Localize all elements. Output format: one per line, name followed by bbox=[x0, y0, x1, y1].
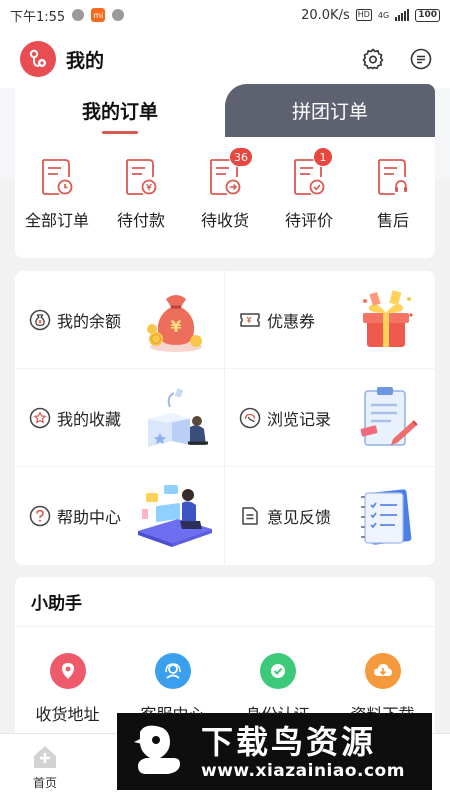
status-time: 下午1:55 bbox=[10, 9, 66, 25]
favorites-box-illustration bbox=[140, 383, 210, 453]
cloud-download-icon bbox=[364, 653, 401, 689]
order-badge: 36 bbox=[229, 147, 253, 167]
order-status-to-receive[interactable]: 36 待收货 bbox=[183, 147, 267, 258]
service-favorites[interactable]: 我的收藏 bbox=[15, 369, 225, 467]
status-bar: 下午1:55 mi 20.0K/s HD 4G 100 bbox=[0, 0, 450, 30]
message-icon bbox=[410, 48, 432, 70]
order-status-to-review[interactable]: 1 待评价 bbox=[267, 147, 351, 258]
star-icon bbox=[29, 407, 51, 429]
tab-my-orders[interactable]: 我的订单 bbox=[15, 84, 225, 137]
verified-icon bbox=[259, 653, 296, 689]
signal-icon bbox=[395, 9, 410, 21]
service-help-center[interactable]: 帮助中心 bbox=[15, 467, 225, 565]
svg-text:¥: ¥ bbox=[170, 317, 181, 336]
bird-logo-icon bbox=[125, 719, 191, 785]
service-label: 浏览记录 bbox=[267, 409, 332, 429]
service-balance[interactable]: 我的余额 ¥ bbox=[15, 271, 225, 369]
home-icon bbox=[34, 746, 56, 768]
service-label: 我的余额 bbox=[57, 311, 122, 331]
mi-app-icon: mi bbox=[91, 8, 106, 22]
order-clock-icon bbox=[39, 157, 75, 197]
hd-icon: HD bbox=[355, 9, 372, 21]
order-badge: 1 bbox=[313, 147, 333, 167]
watermark-url: www.xiazainiao.com bbox=[201, 760, 405, 781]
network-speed: 20.0K/s bbox=[301, 7, 350, 23]
helper-address[interactable]: 收货地址 bbox=[15, 653, 120, 725]
order-label: 待收货 bbox=[200, 211, 249, 230]
watermark-title: 下载鸟资源 bbox=[201, 722, 377, 761]
service-label: 优惠券 bbox=[267, 311, 316, 331]
notebook-illustration bbox=[351, 481, 421, 551]
header-bar: 我的 bbox=[0, 30, 450, 88]
order-status-all[interactable]: 全部订单 bbox=[15, 157, 99, 258]
page-title: 我的 bbox=[66, 49, 105, 72]
services-card: 我的余额 ¥ 优惠券 我的收藏 浏览记录 帮助中心 意见反馈 bbox=[15, 271, 435, 565]
history-icon bbox=[239, 407, 261, 429]
tab-group-orders[interactable]: 拼团订单 bbox=[225, 84, 435, 137]
notification-dot-icon bbox=[72, 9, 85, 21]
question-icon bbox=[29, 505, 51, 527]
order-label: 待评价 bbox=[284, 211, 333, 230]
settings-button[interactable] bbox=[360, 46, 386, 72]
order-label: 全部订单 bbox=[24, 211, 89, 230]
avatar[interactable] bbox=[20, 41, 56, 77]
service-coupons[interactable]: 优惠券 bbox=[225, 271, 435, 369]
service-label: 帮助中心 bbox=[57, 508, 122, 527]
notification-dot-icon bbox=[112, 9, 125, 21]
nav-home[interactable]: 首页 bbox=[0, 734, 90, 800]
helper-title: 小助手 bbox=[15, 577, 435, 627]
order-yen-icon bbox=[123, 157, 159, 197]
order-label: 售后 bbox=[376, 211, 409, 230]
customer-service-icon bbox=[154, 653, 191, 689]
location-icon bbox=[49, 653, 86, 689]
help-desk-illustration bbox=[136, 481, 214, 551]
money-bag-icon bbox=[29, 309, 51, 331]
order-label: 待付款 bbox=[116, 211, 165, 230]
order-check-icon: 1 bbox=[291, 147, 333, 197]
order-status-unpaid[interactable]: 待付款 bbox=[99, 157, 183, 258]
order-status-after-sales[interactable]: 售后 bbox=[351, 157, 435, 258]
money-bag-illustration: ¥ bbox=[140, 285, 210, 355]
orders-card: 我的订单 拼团订单 全部订单 待付款 36 待收货 1 待评价 售后 bbox=[15, 84, 435, 258]
network-type: 4G bbox=[377, 10, 390, 20]
coupon-icon bbox=[239, 309, 261, 331]
nav-label: 首页 bbox=[32, 776, 57, 790]
order-tabs: 我的订单 拼团订单 bbox=[15, 84, 435, 137]
tab-label: 拼团订单 bbox=[291, 101, 368, 123]
service-label: 意见反馈 bbox=[267, 508, 332, 527]
clipboard-illustration bbox=[351, 383, 421, 453]
message-button[interactable] bbox=[408, 46, 434, 72]
gift-box-illustration bbox=[351, 285, 421, 355]
battery-icon: 100 bbox=[415, 8, 440, 22]
order-arrow-icon: 36 bbox=[207, 147, 253, 197]
gear-icon bbox=[362, 48, 384, 70]
stethoscope-logo-icon bbox=[29, 49, 46, 67]
helper-label: 收货地址 bbox=[35, 705, 100, 724]
tab-label: 我的订单 bbox=[81, 101, 158, 123]
service-history[interactable]: 浏览记录 bbox=[225, 369, 435, 467]
service-label: 我的收藏 bbox=[57, 409, 122, 429]
tab-active-indicator bbox=[102, 131, 138, 134]
order-headset-icon bbox=[375, 157, 411, 197]
watermark-banner: 下载鸟资源 www.xiazainiao.com bbox=[117, 713, 432, 790]
feedback-icon bbox=[239, 505, 261, 527]
service-feedback[interactable]: 意见反馈 bbox=[225, 467, 435, 565]
